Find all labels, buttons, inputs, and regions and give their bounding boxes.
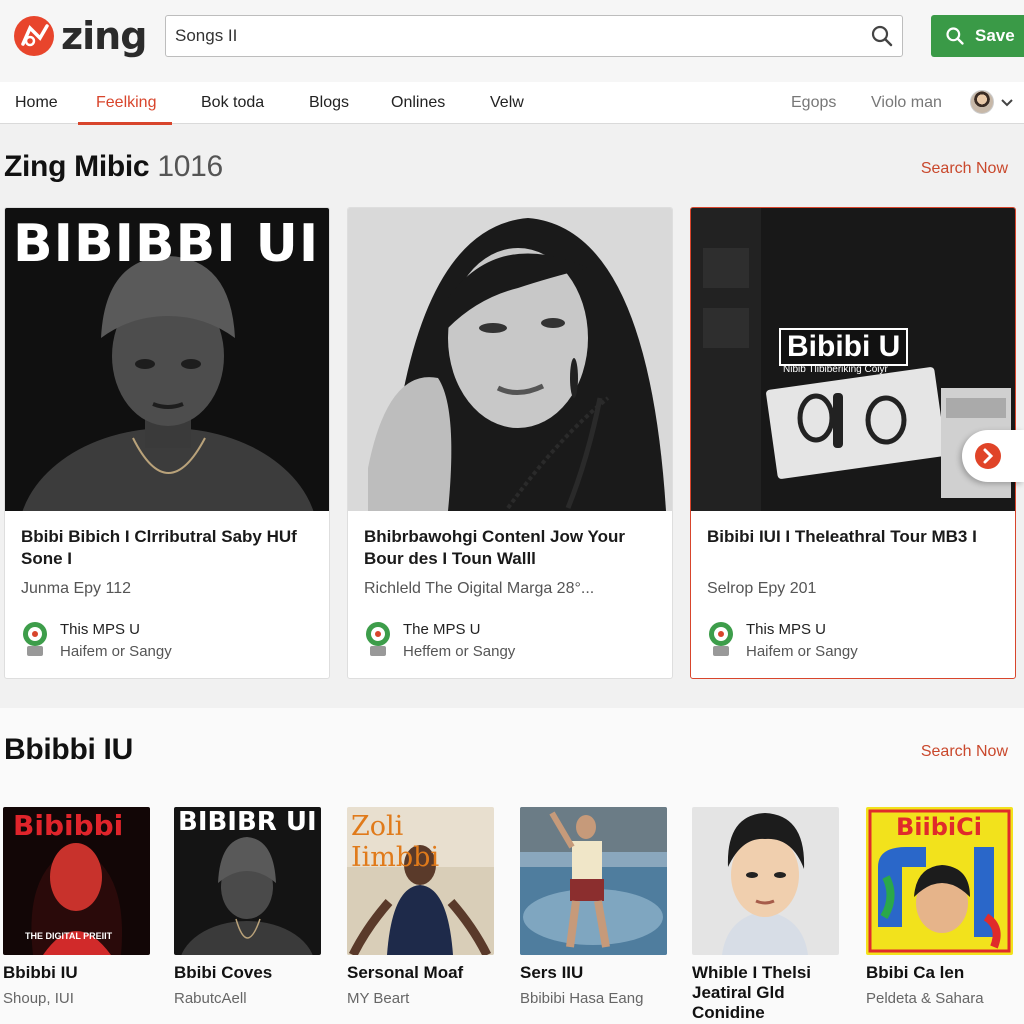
user-avatar[interactable] bbox=[970, 90, 994, 114]
card-meta-author: Haifem or Sangy bbox=[60, 643, 172, 660]
album-subtitle: RabutcAell bbox=[174, 990, 247, 1007]
album-cover bbox=[692, 807, 839, 955]
album-title: Bbibi Coves bbox=[174, 963, 273, 982]
album-title: Bbibi Ca len bbox=[866, 963, 965, 982]
featured-count: 1016 bbox=[157, 150, 223, 183]
zing-logo-icon bbox=[14, 16, 54, 56]
search-input[interactable] bbox=[166, 16, 846, 56]
nav-item-onlines[interactable]: Onlines bbox=[391, 82, 445, 124]
nav-item-violo-man[interactable]: Violo man bbox=[871, 82, 942, 124]
chevron-down-icon[interactable] bbox=[1000, 95, 1014, 109]
album-item[interactable]: BiibiCi Bbibi Ca len Peldeta & Sahara bbox=[866, 807, 1013, 1009]
album-cover bbox=[520, 807, 667, 955]
album-cover-text: BiibiCi bbox=[896, 813, 982, 841]
card-cover-image: BIBIBBI UI bbox=[5, 208, 329, 648]
card-subtitle: Richleld The Oigital Marga 28°... bbox=[364, 580, 595, 597]
card-meta-author: Heffem or Sangy bbox=[403, 643, 516, 660]
podcast-badge-icon bbox=[709, 622, 733, 656]
album-cover: Zoli Iimbbi bbox=[347, 807, 494, 955]
podcast-badge-icon bbox=[366, 622, 390, 656]
album-title: Sersonal Moaf bbox=[347, 963, 464, 982]
nav-item-velw[interactable]: Velw bbox=[490, 82, 524, 124]
albums-section-title: Bbibbi IU bbox=[4, 733, 133, 766]
album-item[interactable]: Sers IIU Bbibibi Hasa Eang bbox=[520, 807, 667, 1009]
nav-item-blogs[interactable]: Blogs bbox=[309, 82, 349, 124]
album-title: Sers IIU bbox=[520, 963, 584, 982]
card-banner-text: BIBIBBI UI bbox=[13, 214, 320, 274]
top-bar: zing Save bbox=[0, 0, 1024, 82]
album-subtitle: Shoup, IUI bbox=[3, 990, 74, 1007]
featured-title-text: Zing Mibic bbox=[4, 150, 150, 183]
card-title: Bbibi Bibich I Clrributral Saby HUf Sone… bbox=[21, 527, 297, 568]
featured-card[interactable]: Bhibrbawohgi Contenl Jow Your Bour des I… bbox=[347, 207, 673, 679]
album-title: Whible I Thelsi Jeatiral Gld Conidine bbox=[692, 963, 812, 1022]
card-subtitle: Selrop Epy 201 bbox=[707, 580, 817, 597]
save-label: Save bbox=[975, 26, 1015, 45]
main-nav: Home Feelking Bok toda Blogs Onlines Vel… bbox=[0, 82, 1024, 125]
album-item[interactable]: BIBIBR UI Bbibi Coves RabutcAell bbox=[174, 807, 321, 1009]
chevron-right-icon bbox=[975, 443, 1001, 469]
album-cover: Bibibbi THE DIGITAL PREIIT bbox=[3, 807, 150, 955]
nav-item-bok-toda[interactable]: Bok toda bbox=[201, 82, 264, 124]
album-item[interactable]: Bibibbi THE DIGITAL PREIIT Bbibbi IU Sho… bbox=[3, 807, 150, 1009]
search-bar bbox=[165, 15, 903, 57]
album-cover: BiibiCi bbox=[866, 807, 1013, 955]
card-meta-channel: This MPS U bbox=[60, 621, 141, 638]
album-cover-text: BIBIBR UI bbox=[178, 807, 317, 837]
nav-item-home[interactable]: Home bbox=[15, 82, 58, 124]
album-cover-text: Zoli Iimbbi bbox=[351, 811, 440, 873]
album-subtitle: MY Beart bbox=[347, 990, 410, 1007]
featured-card[interactable]: BIBIBBI UI Bbibi Bibich I Clrributral Sa… bbox=[4, 207, 330, 679]
card-cover-image bbox=[348, 208, 672, 511]
album-subtitle: Peldeta & Sahara bbox=[866, 990, 984, 1007]
album-title: Bbibbi IU bbox=[3, 963, 78, 982]
album-subtitle: Bbibibi Hasa Eang bbox=[520, 990, 644, 1007]
save-button[interactable]: Save bbox=[931, 15, 1024, 57]
album-item[interactable]: Zoli Iimbbi Sersonal Moaf MY Beart bbox=[347, 807, 494, 1009]
featured-search-now-link[interactable]: Search Now bbox=[921, 160, 1008, 178]
card-title: Bibibi IUI I TheIeathral Tour MB3 I bbox=[707, 527, 977, 546]
featured-section-title: Zing Mibic 1016 bbox=[4, 150, 223, 184]
card-title: Bhibrbawohgi Contenl Jow Your Bour des I… bbox=[364, 527, 625, 568]
search-icon[interactable] bbox=[870, 24, 894, 48]
nav-item-feelking[interactable]: Feelking bbox=[77, 82, 174, 125]
album-cover-caption: THE DIGITAL PREIIT bbox=[25, 931, 113, 941]
card-meta-channel: The MPS U bbox=[403, 621, 481, 638]
search-icon bbox=[946, 27, 964, 45]
card-banner-subtext: Nibib Tlibiberiking Coiyr bbox=[783, 364, 888, 375]
albums-search-now-link[interactable]: Search Now bbox=[921, 743, 1008, 761]
card-meta-channel: This MPS U bbox=[746, 621, 827, 638]
nav-item-egops[interactable]: Egops bbox=[791, 82, 836, 124]
album-cover-text: Bibibbi bbox=[13, 809, 124, 842]
album-cover: BIBIBR UI bbox=[174, 807, 321, 955]
logo-text: zing bbox=[61, 14, 147, 58]
card-banner-text: Bibibi U bbox=[779, 328, 909, 366]
card-meta-author: Haifem or Sangy bbox=[746, 643, 858, 660]
podcast-badge-icon bbox=[23, 622, 47, 656]
card-subtitle: Junma Epy 112 bbox=[21, 580, 131, 597]
album-item[interactable]: Whible I Thelsi Jeatiral Gld Conidine bbox=[692, 807, 839, 1023]
logo[interactable]: zing bbox=[14, 14, 147, 58]
carousel-next-button[interactable] bbox=[962, 430, 1024, 482]
